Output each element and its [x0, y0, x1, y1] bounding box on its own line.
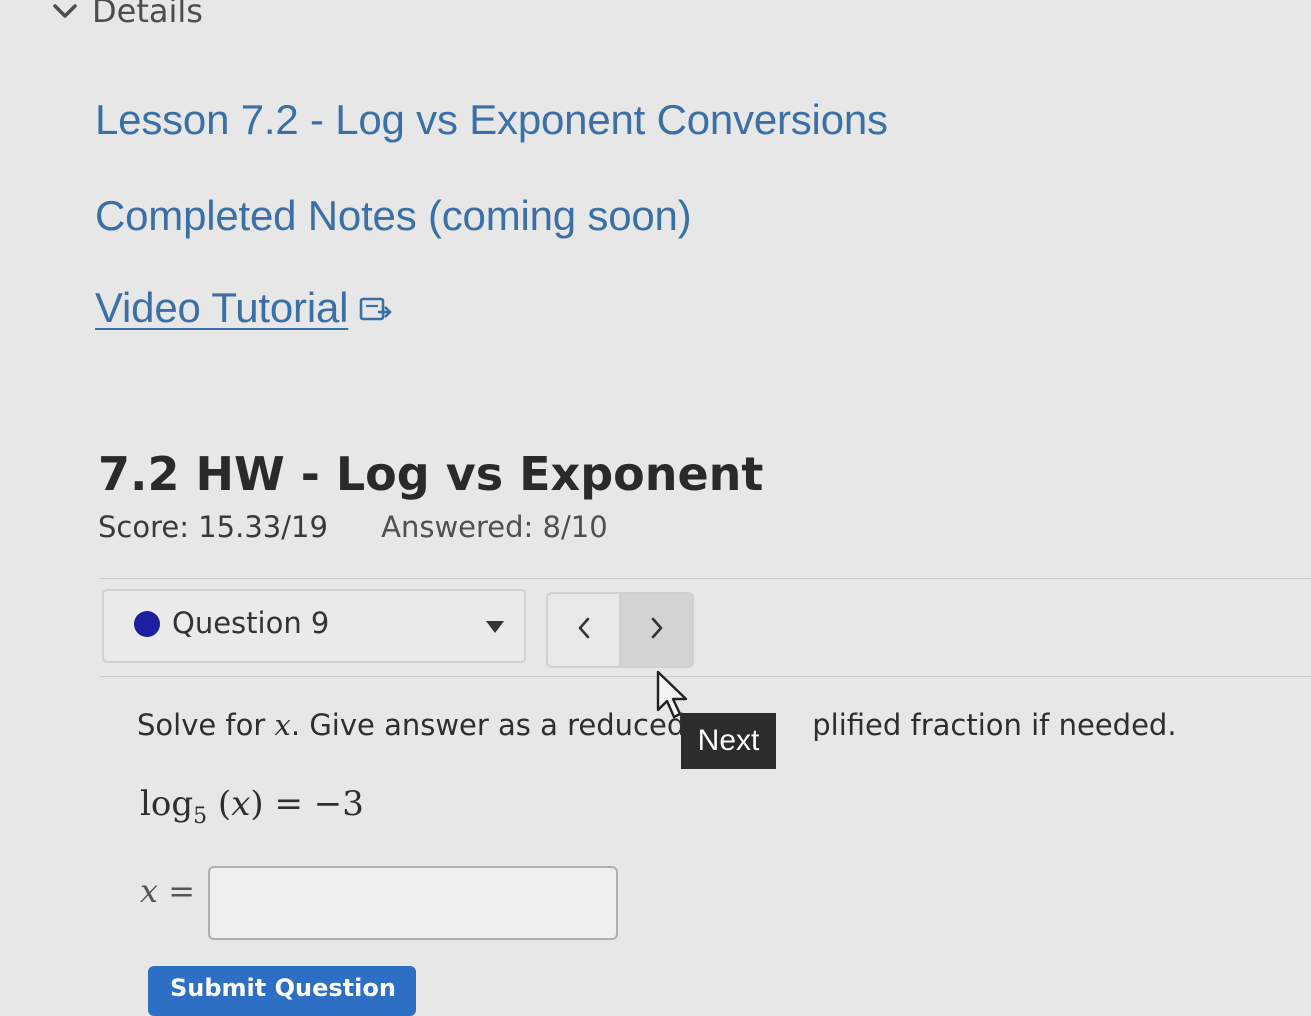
score-value: Score: 15.33/19 — [98, 510, 328, 544]
equation-func: log — [140, 784, 194, 824]
divider — [100, 578, 1311, 579]
video-tutorial-link[interactable]: Video Tutorial — [95, 284, 394, 335]
answer-input[interactable] — [208, 866, 618, 940]
external-link-icon — [358, 287, 394, 335]
prompt-prefix: Solve for — [137, 708, 275, 742]
caret-down-icon — [486, 621, 504, 633]
chevron-right-icon — [649, 616, 665, 644]
details-label: Details — [92, 0, 203, 30]
question-select[interactable]: Question 9 — [102, 589, 526, 663]
prompt-middle: . Give answer as a reduced a — [290, 708, 713, 742]
question-status-dot — [134, 611, 160, 637]
question-select-label: Question 9 — [172, 606, 330, 640]
equation-rhs: −3 — [313, 784, 364, 824]
video-tutorial-label: Video Tutorial — [95, 284, 349, 331]
prompt-variable: x — [274, 708, 291, 742]
chevron-down-icon — [52, 2, 78, 20]
next-question-button[interactable] — [621, 594, 692, 666]
completed-notes-link[interactable]: Completed Notes (coming soon) — [95, 192, 692, 240]
equation-arg: x — [231, 784, 251, 824]
answer-label: x = — [140, 872, 196, 910]
previous-question-button[interactable] — [548, 594, 621, 666]
equation: log5 (x) = −3 — [140, 784, 364, 829]
next-tooltip: Next — [681, 713, 776, 769]
submit-question-button[interactable]: Submit Question — [148, 966, 416, 1016]
chevron-left-icon — [576, 616, 592, 644]
question-prompt: Solve for x. Give answer as a reduced a p… — [137, 708, 1177, 742]
assignment-title: 7.2 HW - Log vs Exponent — [98, 447, 764, 501]
divider — [100, 676, 1311, 677]
lesson-link[interactable]: Lesson 7.2 - Log vs Exponent Conversions — [95, 96, 888, 144]
question-nav — [546, 592, 694, 668]
equation-base: 5 — [193, 803, 208, 829]
score-summary: Score: 15.33/19 Answered: 8/10 — [98, 510, 608, 544]
answered-count: Answered: 8/10 — [381, 510, 608, 544]
details-toggle[interactable]: Details — [52, 0, 203, 30]
answer-variable: x — [140, 872, 159, 910]
prompt-end: plified fraction if needed. — [812, 708, 1177, 742]
